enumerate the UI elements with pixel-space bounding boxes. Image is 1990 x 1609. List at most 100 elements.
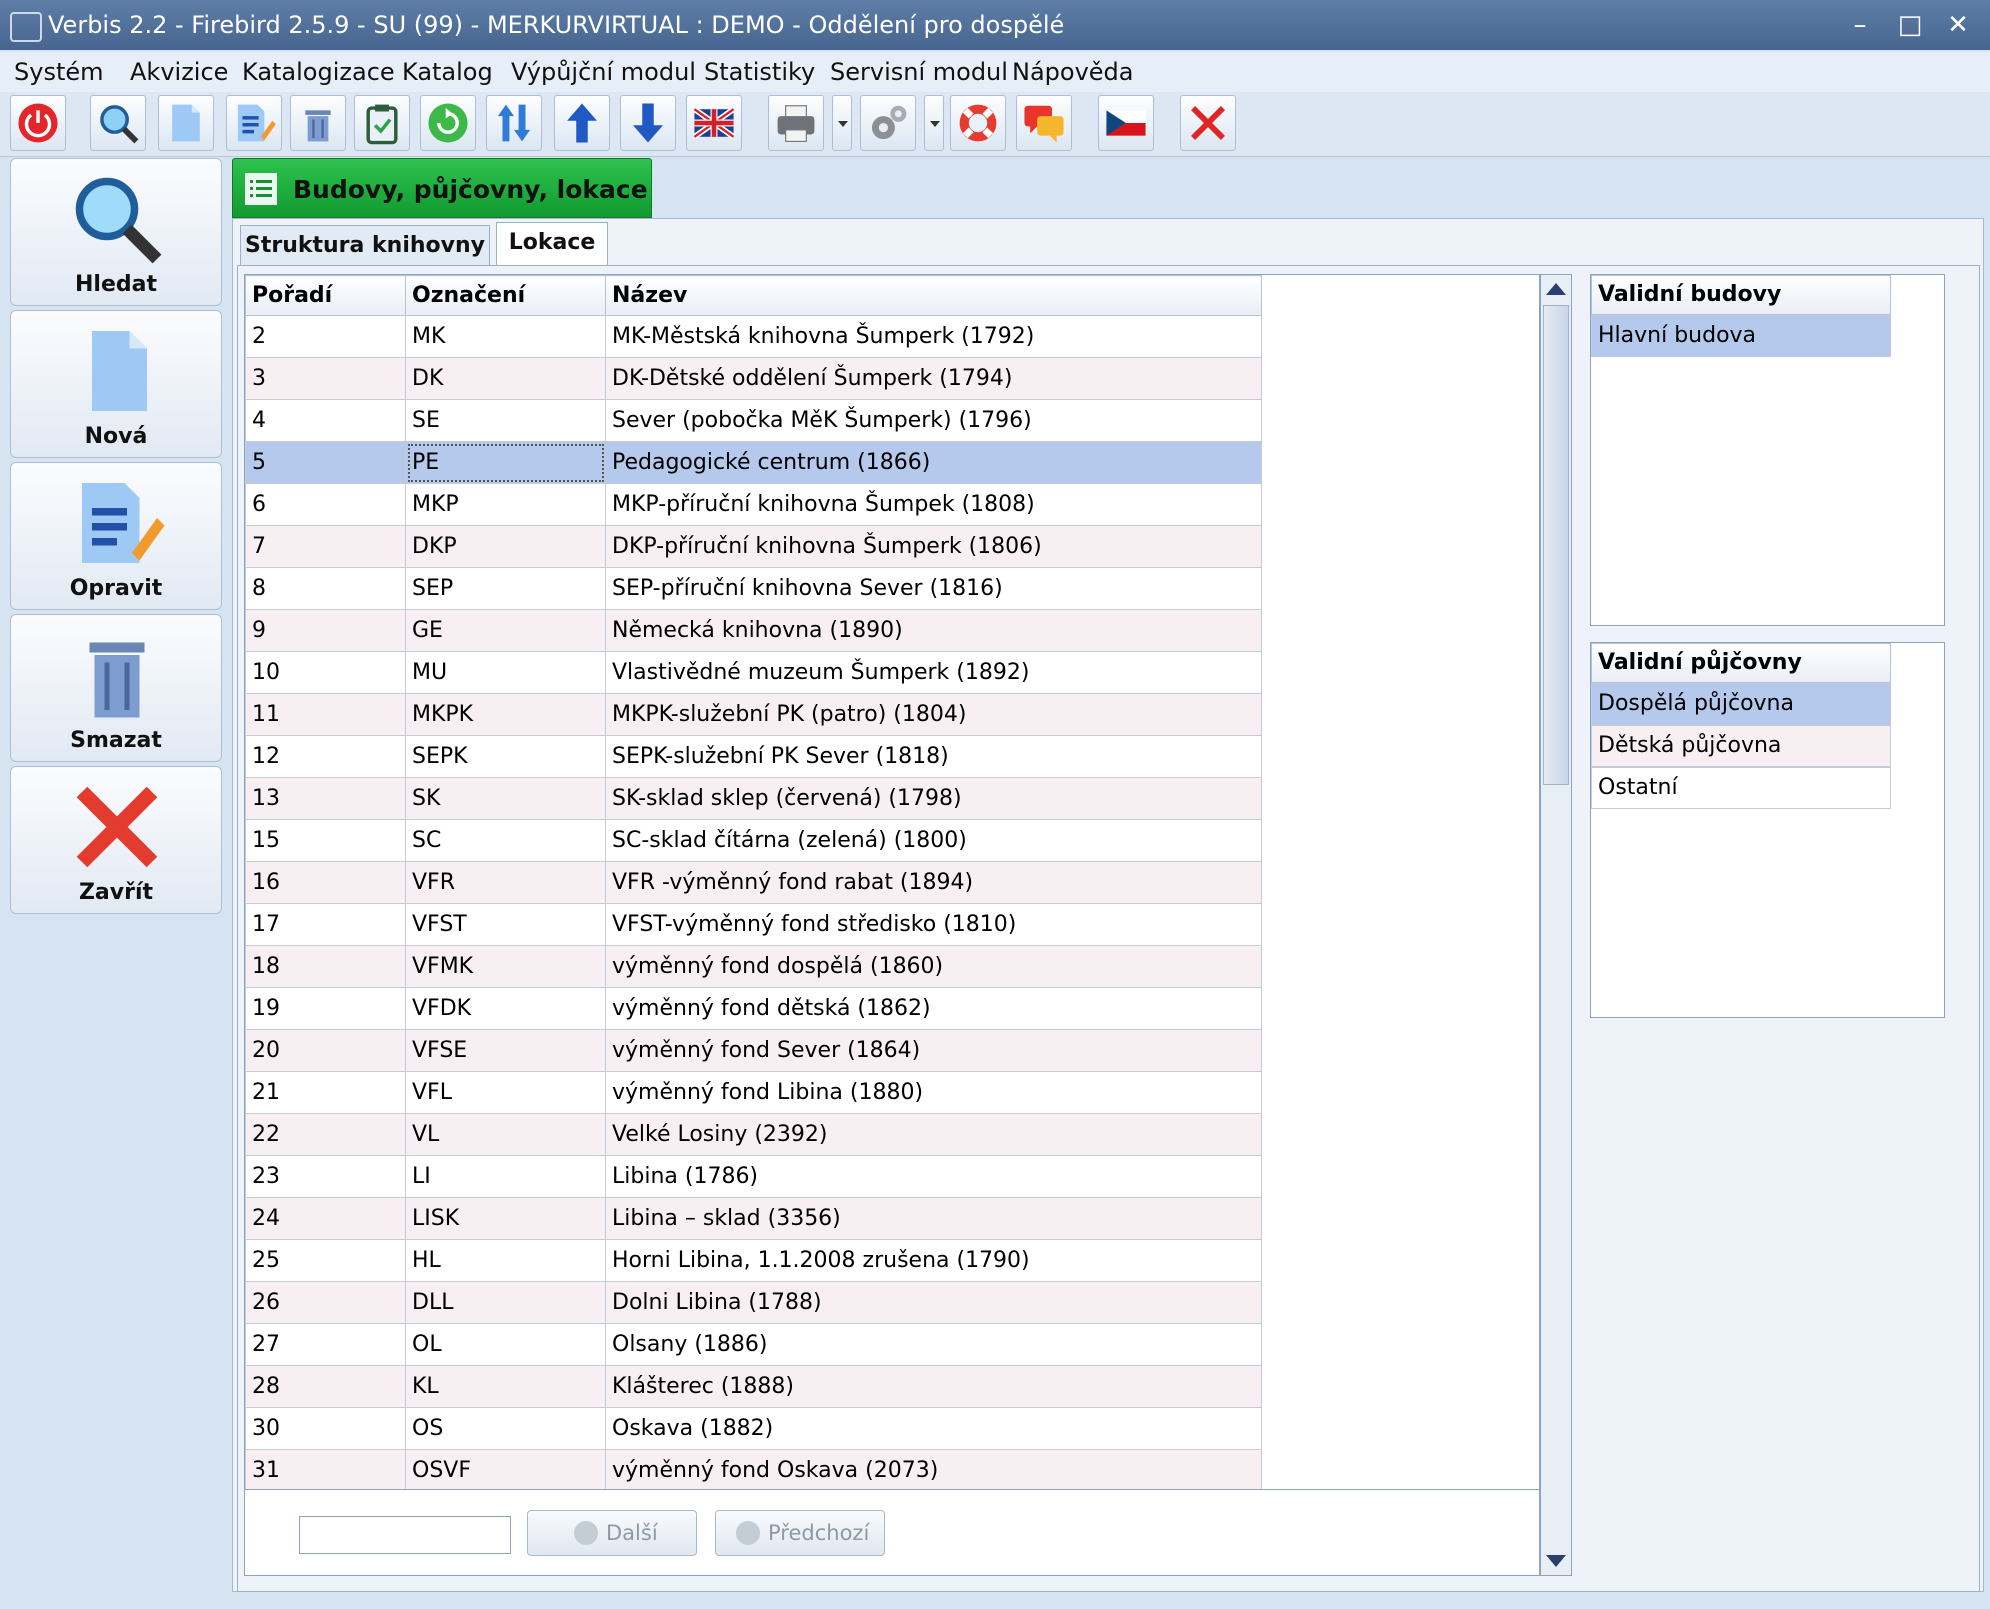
name-cell[interactable]: Libina (1786) [605, 1155, 1262, 1198]
document-tab[interactable]: Budovy, půjčovny, lokace [232, 158, 652, 218]
order-cell[interactable]: 28 [245, 1365, 406, 1408]
window-close-button[interactable]: ✕ [1940, 8, 1976, 42]
english-language-button[interactable] [686, 95, 742, 151]
print-dropdown-button[interactable] [832, 95, 852, 151]
table-row[interactable]: 17 VFST VFST-výměnný fond středisko (1810) [245, 903, 1262, 946]
table-row[interactable]: 21 VFL výměnný fond Libina (1880) [245, 1071, 1262, 1114]
order-cell[interactable]: 20 [245, 1029, 406, 1072]
order-cell[interactable]: 25 [245, 1239, 406, 1282]
search-input[interactable] [299, 1516, 511, 1554]
table-row[interactable]: 31 OSVF výměnný fond Oskava (2073) [245, 1449, 1262, 1489]
settings-dropdown-button[interactable] [924, 95, 944, 151]
code-cell[interactable]: LISK [405, 1197, 606, 1240]
table-row[interactable]: 7 DKP DKP-příruční knihovna Šumperk (1806) [245, 525, 1262, 568]
name-cell[interactable]: VFR -výměnný fond rabat (1894) [605, 861, 1262, 904]
column-header-order[interactable]: Pořadí [245, 275, 406, 316]
order-cell[interactable]: 18 [245, 945, 406, 988]
code-cell[interactable]: OS [405, 1407, 606, 1450]
code-cell[interactable]: OL [405, 1323, 606, 1366]
messages-button[interactable] [1016, 95, 1072, 151]
table-row[interactable]: 20 VFSE výměnný fond Sever (1864) [245, 1029, 1262, 1072]
table-row[interactable]: 23 LI Libina (1786) [245, 1155, 1262, 1198]
order-cell[interactable]: 8 [245, 567, 406, 610]
order-cell[interactable]: 7 [245, 525, 406, 568]
table-row[interactable]: 15 SC SC-sklad čítárna (zelená) (1800) [245, 819, 1262, 862]
code-cell[interactable]: LI [405, 1155, 606, 1198]
order-cell[interactable]: 22 [245, 1113, 406, 1156]
name-cell[interactable]: SEP-příruční knihovna Sever (1816) [605, 567, 1262, 610]
order-cell[interactable]: 17 [245, 903, 406, 946]
name-cell[interactable]: výměnný fond Libina (1880) [605, 1071, 1262, 1114]
refresh-toolbar-button[interactable] [420, 95, 476, 151]
code-cell[interactable]: SEPK [405, 735, 606, 778]
code-cell[interactable]: MU [405, 651, 606, 694]
order-cell[interactable]: 13 [245, 777, 406, 820]
order-cell[interactable]: 3 [245, 357, 406, 400]
code-cell[interactable]: SEP [405, 567, 606, 610]
code-cell[interactable]: VFR [405, 861, 606, 904]
menu-item-help[interactable]: Nápověda [1012, 58, 1134, 86]
menu-item-catalog[interactable]: Katalog [402, 58, 493, 86]
list-item[interactable]: Dětská půjčovna [1591, 725, 1891, 767]
column-header-name[interactable]: Název [605, 275, 1262, 316]
name-cell[interactable]: výměnný fond Oskava (2073) [605, 1449, 1262, 1489]
code-cell[interactable]: OSVF [405, 1449, 606, 1489]
code-cell[interactable]: DLL [405, 1281, 606, 1324]
menu-item-service[interactable]: Servisní modul [830, 58, 1008, 86]
table-row[interactable]: 22 VL Velké Losiny (2392) [245, 1113, 1262, 1156]
next-button[interactable]: Další [527, 1510, 697, 1556]
table-row[interactable]: 5 PE Pedagogické centrum (1866) [245, 441, 1262, 484]
minimize-button[interactable]: – [1842, 8, 1878, 42]
close-toolbar-button[interactable] [1180, 95, 1236, 151]
order-cell[interactable]: 24 [245, 1197, 406, 1240]
menu-item-system[interactable]: Systém [14, 58, 104, 86]
table-row[interactable]: 11 MKPK MKPK-služební PK (patro) (1804) [245, 693, 1262, 736]
table-row[interactable]: 12 SEPK SEPK-služební PK Sever (1818) [245, 735, 1262, 778]
name-cell[interactable]: Vlastivědné muzeum Šumperk (1892) [605, 651, 1262, 694]
tab-library-structure[interactable]: Struktura knihovny [240, 225, 490, 265]
search-button[interactable]: Hledat [10, 158, 222, 306]
name-cell[interactable]: výměnný fond dospělá (1860) [605, 945, 1262, 988]
edit-toolbar-button[interactable] [226, 95, 282, 151]
code-cell[interactable]: SK [405, 777, 606, 820]
settings-button[interactable] [860, 95, 916, 151]
name-cell[interactable]: DKP-příruční knihovna Šumperk (1806) [605, 525, 1262, 568]
code-cell[interactable]: HL [405, 1239, 606, 1282]
code-cell[interactable]: MKP [405, 483, 606, 526]
power-button[interactable] [10, 95, 66, 151]
order-cell[interactable]: 16 [245, 861, 406, 904]
tab-locations[interactable]: Lokace [496, 222, 608, 266]
order-cell[interactable]: 23 [245, 1155, 406, 1198]
order-cell[interactable]: 21 [245, 1071, 406, 1114]
code-cell[interactable]: DKP [405, 525, 606, 568]
code-cell[interactable]: KL [405, 1365, 606, 1408]
table-row[interactable]: 25 HL Horni Libina, 1.1.2008 zrušena (1790… [245, 1239, 1262, 1282]
code-cell[interactable]: GE [405, 609, 606, 652]
move-up-button[interactable] [554, 95, 610, 151]
order-cell[interactable]: 6 [245, 483, 406, 526]
name-cell[interactable]: Horni Libina, 1.1.2008 zrušena (1790) [605, 1239, 1262, 1282]
clipboard-toolbar-button[interactable] [354, 95, 410, 151]
table-row[interactable]: 19 VFDK výměnný fond dětská (1862) [245, 987, 1262, 1030]
czech-language-button[interactable] [1098, 95, 1154, 151]
order-cell[interactable]: 30 [245, 1407, 406, 1450]
table-scrollbar[interactable] [1540, 274, 1572, 1576]
table-row[interactable]: 3 DK DK-Dětské oddělení Šumperk (1794) [245, 357, 1262, 400]
search-toolbar-button[interactable] [90, 95, 146, 151]
code-cell[interactable]: VFST [405, 903, 606, 946]
code-cell[interactable]: MK [405, 315, 606, 358]
code-cell[interactable]: SC [405, 819, 606, 862]
order-cell[interactable]: 19 [245, 987, 406, 1030]
table-row[interactable]: 2 MK MK-Městská knihovna Šumperk (1792) [245, 315, 1262, 358]
table-row[interactable]: 30 OS Oskava (1882) [245, 1407, 1262, 1450]
scroll-up-icon[interactable] [1546, 283, 1566, 295]
table-row[interactable]: 4 SE Sever (pobočka MěK Šumperk) (1796) [245, 399, 1262, 442]
order-cell[interactable]: 2 [245, 315, 406, 358]
table-row[interactable]: 16 VFR VFR -výměnný fond rabat (1894) [245, 861, 1262, 904]
edit-button[interactable]: Opravit [10, 462, 222, 610]
code-cell[interactable]: VFL [405, 1071, 606, 1114]
table-row[interactable]: 28 KL Klášterec (1888) [245, 1365, 1262, 1408]
table-row[interactable]: 8 SEP SEP-příruční knihovna Sever (1816) [245, 567, 1262, 610]
name-cell[interactable]: SC-sklad čítárna (zelená) (1800) [605, 819, 1262, 862]
name-cell[interactable]: Velké Losiny (2392) [605, 1113, 1262, 1156]
